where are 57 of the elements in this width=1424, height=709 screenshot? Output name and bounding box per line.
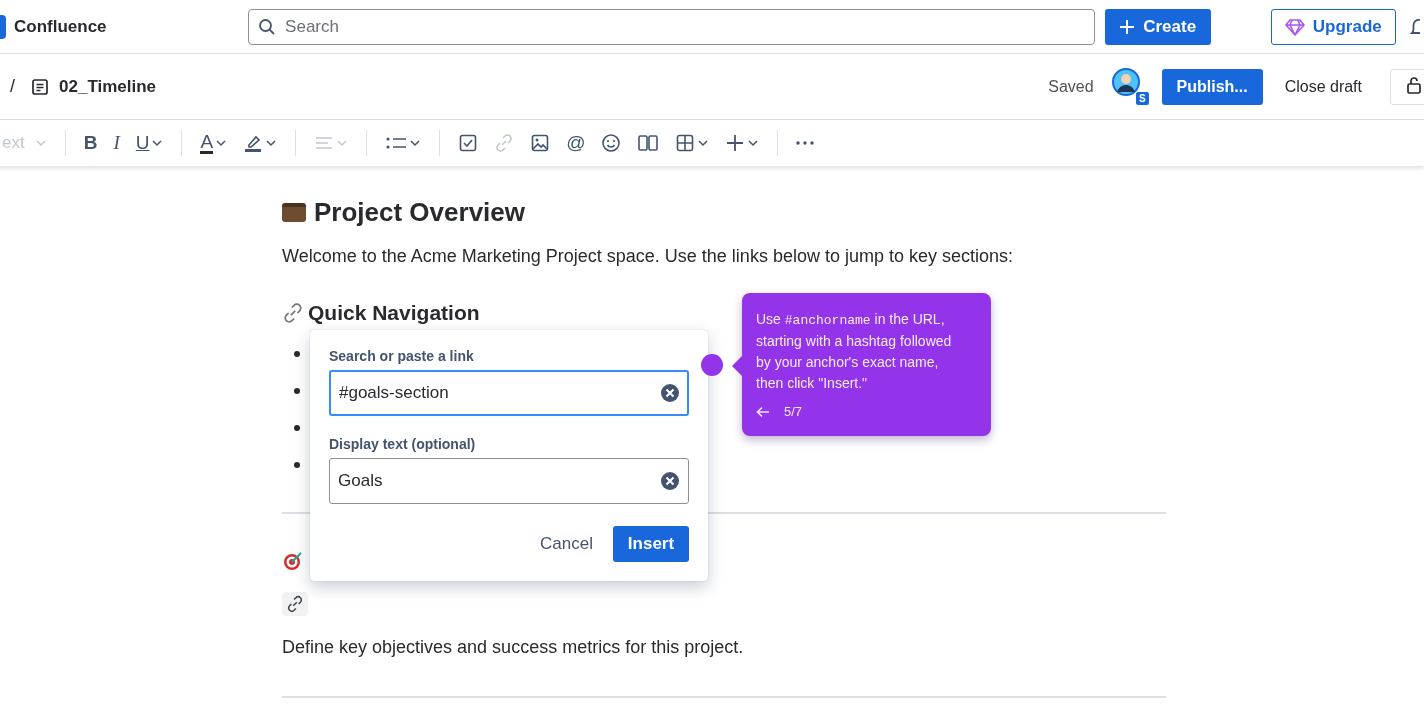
avatar-badge: S — [1134, 90, 1150, 106]
lock-icon — [1406, 76, 1422, 94]
avatar[interactable]: S — [1111, 67, 1150, 106]
clear-icon[interactable] — [660, 471, 680, 491]
page-icon — [31, 77, 49, 96]
bullet-dot — [294, 387, 300, 394]
table-icon — [675, 133, 696, 153]
goals-paragraph: Define key objectives and success metrics for this project. — [282, 637, 745, 658]
smiley-icon — [601, 133, 622, 153]
heading-text: Project Overview — [314, 196, 525, 228]
diamond-icon — [1284, 17, 1305, 36]
bold-button[interactable]: B — [77, 127, 104, 159]
field-label: Display text (optional) — [329, 436, 477, 452]
mention-button[interactable]: @ — [560, 127, 592, 159]
step-counter: 5/7 — [784, 404, 803, 419]
bullet-dot — [294, 350, 300, 357]
breadcrumb-separator: / — [10, 76, 15, 97]
save-status: Saved — [1048, 77, 1094, 96]
link-icon — [494, 133, 515, 153]
image-icon — [530, 133, 551, 153]
checkbox-icon — [458, 133, 479, 153]
plus-icon — [725, 133, 746, 153]
text-color-button[interactable]: A — [194, 127, 234, 159]
link-icon — [282, 302, 304, 324]
product-name[interactable]: Confluence — [14, 16, 249, 37]
upgrade-button[interactable]: Upgrade — [1270, 8, 1397, 45]
clear-icon[interactable] — [660, 383, 680, 403]
insert-button[interactable]: Insert — [613, 526, 689, 562]
anchor-chip[interactable] — [282, 592, 308, 616]
section-heading: Quick Navigation — [308, 301, 480, 325]
intro-paragraph: Welcome to the Acme Marketing Project space. Use the links below to jump to key sections: — [282, 246, 1014, 267]
publish-button[interactable]: Publish... — [1161, 68, 1263, 105]
guide-text: Use #anchorname in the URL, starting with a hashtag followed by your anchor's exact name, then click "Insert." — [756, 310, 953, 393]
briefcase-icon — [282, 202, 306, 222]
logo-icon[interactable] — [0, 14, 6, 39]
underline-button[interactable]: U — [129, 127, 170, 159]
create-button[interactable]: Create — [1104, 8, 1211, 45]
page-title[interactable]: 02_Timeline — [59, 76, 157, 97]
back-arrow-icon[interactable] — [756, 405, 770, 418]
more-icon — [796, 141, 815, 145]
person-icon — [1111, 67, 1140, 96]
plus-icon — [1119, 18, 1136, 35]
bullet-dot — [294, 461, 300, 468]
field-label: Search or paste a link — [329, 348, 475, 364]
guide-beacon — [701, 354, 723, 376]
close-draft-button[interactable]: Close draft — [1272, 77, 1374, 96]
marker-icon — [243, 133, 264, 153]
search-icon — [258, 17, 277, 36]
columns-icon — [637, 133, 660, 153]
link-input-field[interactable]: #goals-section — [329, 370, 689, 416]
bullet-dot — [294, 424, 300, 431]
restrictions-button[interactable] — [1390, 68, 1424, 105]
target-icon — [282, 550, 304, 572]
cancel-button[interactable]: Cancel — [528, 526, 605, 562]
italic-button[interactable]: I — [107, 127, 126, 159]
display-text-field[interactable]: Goals — [329, 458, 689, 504]
search-field[interactable]: Search — [248, 8, 1095, 45]
